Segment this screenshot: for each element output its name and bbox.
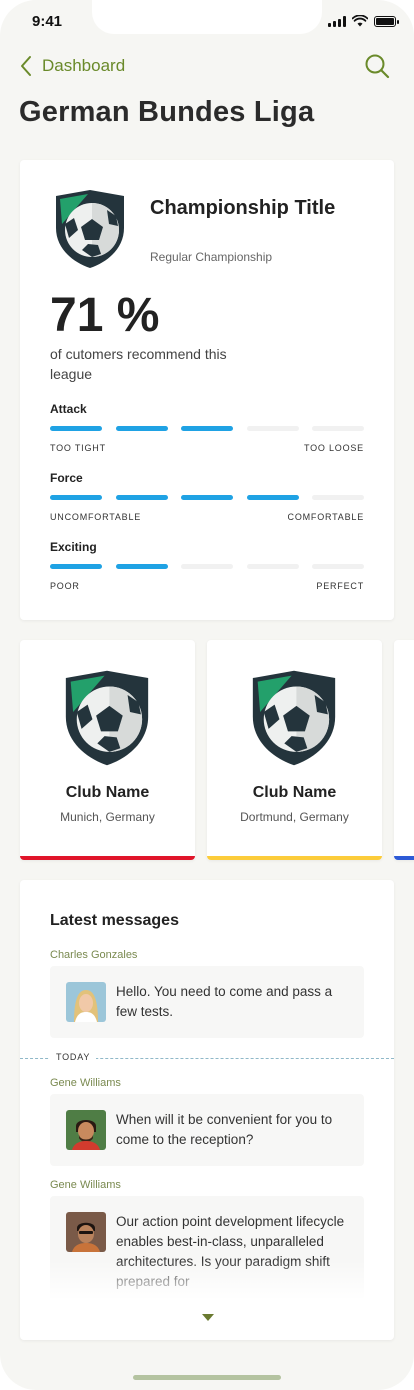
metric-force: Force UNCOMFORTABLE COMFORTABLE bbox=[50, 471, 364, 522]
back-label: Dashboard bbox=[42, 56, 126, 75]
rating-segment bbox=[50, 564, 102, 569]
rating-segment bbox=[115, 426, 168, 431]
rating-segment bbox=[115, 495, 168, 500]
messages-title: Latest messages bbox=[50, 912, 179, 929]
recommend-description: of cutomers recommend this league bbox=[50, 346, 227, 382]
expand-down-arrow-icon[interactable] bbox=[202, 1314, 214, 1321]
metric-bars bbox=[50, 564, 364, 569]
recommend-percent: 71 % bbox=[50, 289, 160, 342]
battery-icon bbox=[374, 15, 399, 27]
metric-attack: Attack TOO TIGHT TOO LOOSE bbox=[50, 402, 364, 453]
metric-bars bbox=[50, 426, 364, 431]
rating-segment bbox=[50, 426, 102, 431]
championship-subtitle: Regular Championship bbox=[150, 250, 273, 264]
message-sender: Gene Williams bbox=[50, 1077, 121, 1089]
club-card[interactable]: Club Name Munich, Germany bbox=[20, 640, 195, 860]
rating-segment bbox=[50, 495, 102, 500]
football-shield-logo bbox=[56, 190, 124, 268]
message-text: When will it be convenient for you to co… bbox=[116, 1112, 333, 1147]
rating-segment bbox=[312, 426, 364, 431]
rating-segment bbox=[181, 564, 233, 569]
chevron-left-icon bbox=[21, 56, 31, 76]
metric-label: Exciting bbox=[50, 540, 97, 554]
metric-high-label: TOO LOOSE bbox=[303, 443, 364, 453]
football-shield-logo bbox=[65, 670, 149, 766]
avatar bbox=[66, 1110, 106, 1150]
metric-scale: POOR PERFECT bbox=[50, 581, 364, 591]
back-button[interactable]: Dashboard bbox=[20, 55, 125, 77]
metric-label: Attack bbox=[50, 402, 87, 416]
message-fade-overlay bbox=[50, 1260, 364, 1300]
status-time: 9:41 bbox=[32, 13, 63, 30]
club-name: Club Name bbox=[252, 784, 337, 801]
championship-card: Championship Title Regular Championship … bbox=[20, 160, 394, 620]
metric-bars bbox=[50, 495, 364, 500]
message-sender: Gene Williams bbox=[50, 1179, 121, 1191]
signal-icon bbox=[328, 15, 346, 27]
club-name: Club Name bbox=[65, 784, 150, 801]
club-card[interactable]: Club Name Dortmund, Germany bbox=[207, 640, 382, 860]
search-icon bbox=[365, 54, 390, 79]
device-notch bbox=[92, 0, 322, 34]
championship-title: Championship Title bbox=[150, 197, 336, 219]
wifi-icon bbox=[352, 15, 368, 27]
message-text: Hello. You need to come and pass a few t… bbox=[116, 984, 333, 1019]
avatar bbox=[66, 1212, 106, 1252]
metric-high-label: COMFORTABLE bbox=[287, 512, 364, 522]
rating-segment bbox=[181, 495, 233, 500]
metric-high-label: PERFECT bbox=[316, 581, 364, 591]
rating-segment bbox=[246, 426, 299, 431]
latest-messages-card: Latest messages Charles Gonzales Hello. … bbox=[20, 880, 394, 1340]
metric-low-label: POOR bbox=[50, 581, 80, 591]
rating-segment bbox=[312, 495, 364, 500]
rating-segment bbox=[312, 564, 364, 569]
club-city: Munich, Germany bbox=[60, 810, 155, 824]
rating-segment bbox=[181, 426, 233, 431]
club-color-stripe bbox=[207, 856, 382, 860]
message-bubble[interactable]: Hello. You need to come and pass a few t… bbox=[50, 966, 364, 1038]
avatar bbox=[66, 982, 106, 1022]
home-indicator[interactable] bbox=[133, 1375, 281, 1380]
metric-exciting: Exciting POOR PERFECT bbox=[50, 540, 364, 591]
search-button[interactable] bbox=[364, 53, 390, 84]
rating-segment bbox=[115, 564, 168, 569]
football-shield-logo bbox=[252, 670, 336, 766]
date-divider: TODAY bbox=[50, 1052, 97, 1062]
metric-low-label: UNCOMFORTABLE bbox=[50, 512, 142, 522]
club-color-stripe bbox=[394, 856, 414, 860]
metric-scale: TOO TIGHT TOO LOOSE bbox=[50, 443, 364, 453]
page-title: German Bundes Liga bbox=[19, 96, 315, 128]
rating-segment bbox=[246, 564, 299, 569]
metric-low-label: TOO TIGHT bbox=[50, 443, 106, 453]
club-color-stripe bbox=[20, 856, 195, 860]
metric-scale: UNCOMFORTABLE COMFORTABLE bbox=[50, 512, 364, 522]
club-card[interactable] bbox=[394, 640, 414, 860]
phone-frame: 9:41 Dashboard German Bundes Liga Champi… bbox=[0, 0, 414, 1390]
message-bubble[interactable]: When will it be convenient for you to co… bbox=[50, 1094, 364, 1166]
message-sender: Charles Gonzales bbox=[50, 949, 138, 961]
rating-segment bbox=[246, 495, 299, 500]
status-icons bbox=[328, 15, 399, 27]
metric-label: Force bbox=[50, 471, 83, 485]
club-city: Dortmund, Germany bbox=[240, 810, 349, 824]
